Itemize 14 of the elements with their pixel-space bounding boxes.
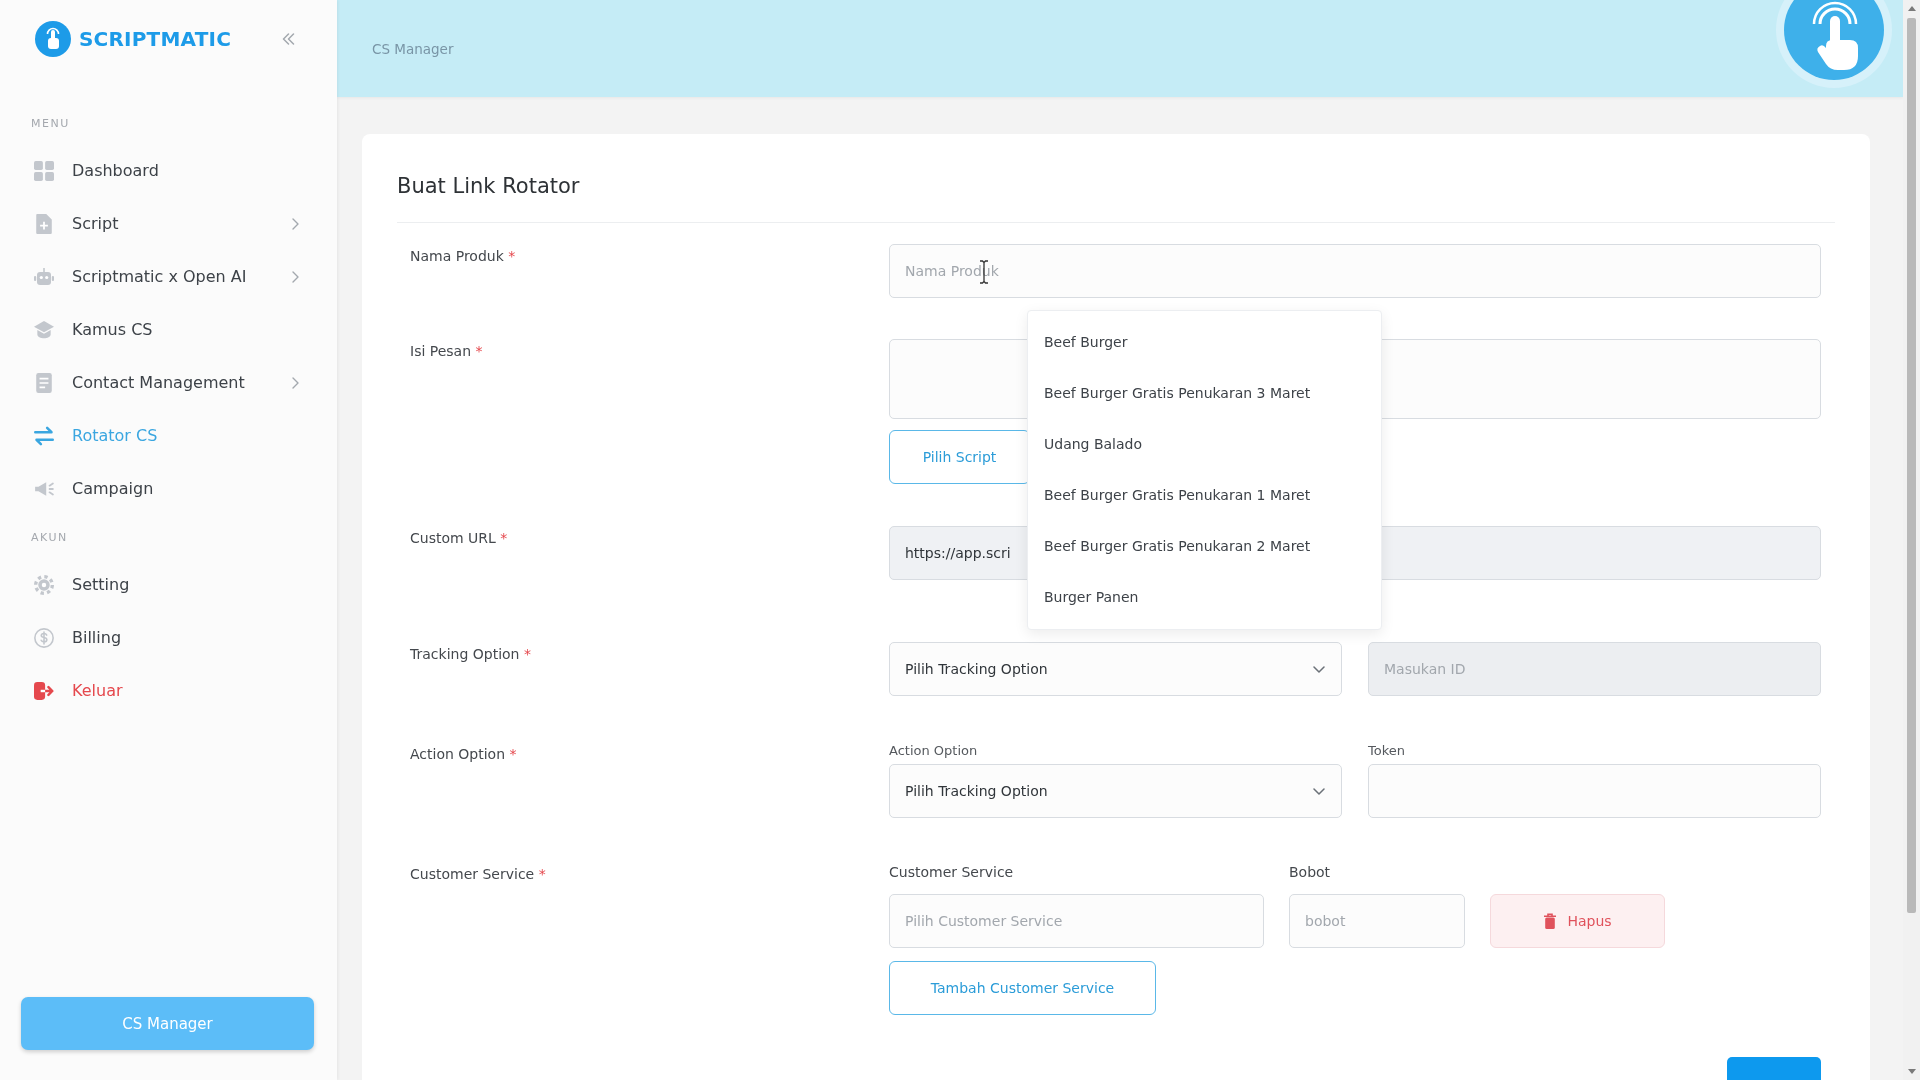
field-sublabel: Action Option (889, 742, 978, 760)
field-sublabel: Customer Service (889, 863, 1014, 882)
field-label: Isi Pesan * (410, 342, 483, 361)
menu-heading: AKUN (30, 530, 68, 546)
field-label: Tracking Option * (410, 645, 531, 664)
field-label: Custom URL * (410, 529, 508, 548)
field-label: Nama Produk * (410, 247, 516, 266)
logo-text: SCRIPTMATIC (79, 27, 231, 51)
form-title: Buat Link Rotator (397, 174, 580, 198)
field-sublabel: Token (1368, 742, 1405, 760)
field-sublabel: Bobot (1289, 863, 1331, 882)
field-label: Action Option * (410, 745, 517, 764)
field-label: Customer Service * (410, 865, 546, 884)
menu-heading: MENU (30, 116, 70, 132)
